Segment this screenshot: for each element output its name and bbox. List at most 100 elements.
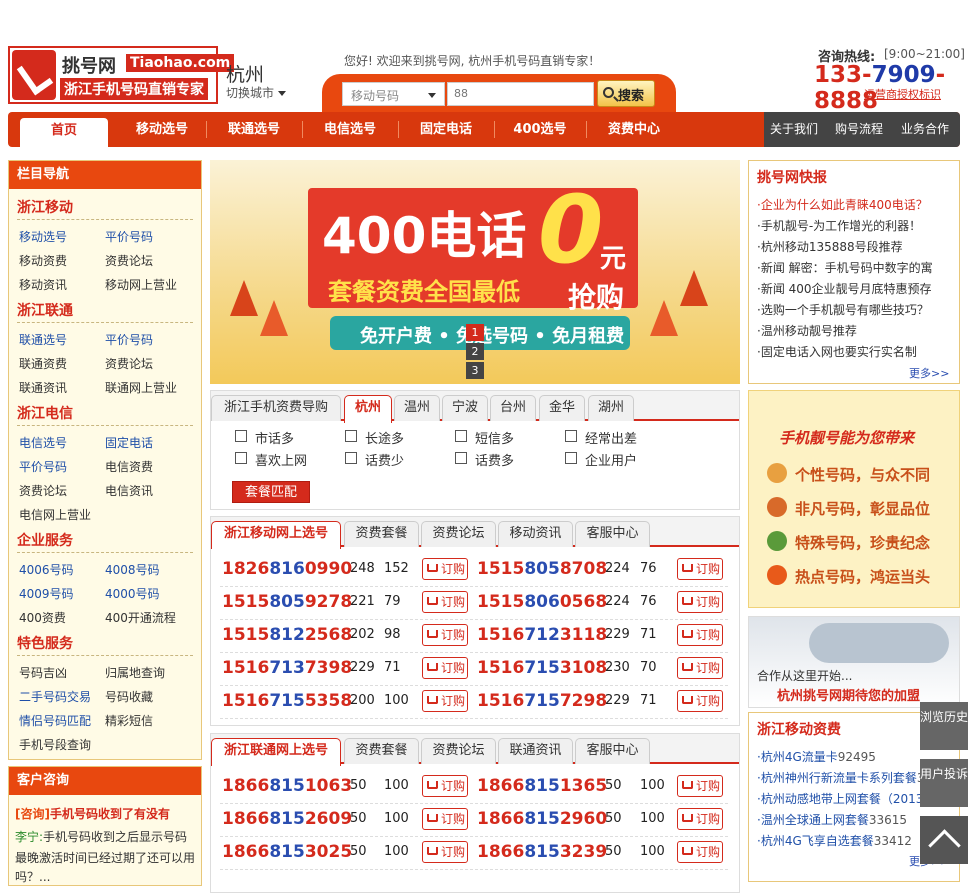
nav-mobile[interactable]: 移动选号 [118, 112, 206, 147]
site-logo[interactable]: 挑号网 Tiaohao.com 浙江手机号码直销专家 [8, 46, 235, 104]
tab-huzhou[interactable]: 湖州 [588, 395, 634, 421]
sidebar-link[interactable]: 联通资讯 [19, 379, 67, 396]
phone-number[interactable]: 15167137398 [222, 658, 352, 678]
phone-number[interactable]: 15167153108 [477, 658, 607, 678]
option-checkbox[interactable] [345, 452, 357, 464]
news-item[interactable]: ·选购一个手机靓号有哪些技巧？ [757, 301, 953, 318]
phone-number[interactable]: 15167157298 [477, 691, 607, 711]
phone-number[interactable]: 15167123118 [477, 625, 607, 645]
phone-number[interactable]: 15158058708 [477, 559, 607, 579]
order-button[interactable]: 订购 [677, 558, 723, 580]
tab-mobile-select[interactable]: 浙江移动网上选号 [211, 521, 341, 549]
sidebar-link[interactable]: 平价号码 [105, 228, 153, 245]
sidebar-link[interactable]: 归属地查询 [105, 664, 165, 681]
sidebar-link[interactable]: 资费论坛 [105, 252, 153, 269]
nav-telecom[interactable]: 电信选号 [306, 112, 394, 147]
consult-question[interactable]: [咨询]手机号码收到了有没有 [15, 805, 170, 822]
phone-number[interactable]: 15158060568 [477, 592, 607, 612]
option-checkbox[interactable] [455, 452, 467, 464]
sidebar-link[interactable]: 4006号码 [19, 561, 74, 578]
section-zj-telecom[interactable]: 浙江电信 [17, 403, 73, 423]
order-button[interactable]: 订购 [677, 591, 723, 613]
match-button[interactable]: 套餐匹配 [232, 481, 310, 503]
order-button[interactable]: 订购 [677, 841, 723, 863]
option-checkbox[interactable] [455, 430, 467, 442]
order-button[interactable]: 订购 [422, 808, 468, 830]
news-item[interactable]: ·固定电话入网也要实行实名制 [757, 343, 953, 360]
phone-number[interactable]: 18668153239 [477, 842, 607, 862]
section-zj-mobile[interactable]: 浙江移动 [17, 197, 73, 217]
sidebar-link[interactable]: 400开通流程 [105, 609, 176, 626]
tab-unicom-select[interactable]: 浙江联通网上选号 [211, 738, 341, 766]
order-button[interactable]: 订购 [422, 690, 468, 712]
tab-taizhou[interactable]: 台州 [490, 395, 536, 421]
search-type-select[interactable]: 移动号码 [342, 82, 445, 106]
nav-400[interactable]: 400选号 [498, 112, 582, 147]
tab-unicom-plans[interactable]: 资费套餐 [344, 738, 419, 764]
tab-mobile-news[interactable]: 移动资讯 [498, 521, 573, 547]
tab-ningbo[interactable]: 宁波 [442, 395, 488, 421]
sidebar-link[interactable]: 4009号码 [19, 585, 74, 602]
tab-mobile-forum[interactable]: 资费论坛 [421, 521, 496, 547]
tab-jinhua[interactable]: 金华 [539, 395, 585, 421]
order-button[interactable]: 订购 [422, 657, 468, 679]
sidebar-link[interactable]: 联通资费 [19, 355, 67, 372]
carrier-auth-link[interactable]: 运营商授权标识 [864, 86, 941, 102]
order-button[interactable]: 订购 [677, 624, 723, 646]
tab-guide[interactable]: 浙江手机资费导购 [211, 395, 341, 421]
slide-dot-3[interactable]: 3 [466, 362, 484, 379]
order-button[interactable]: 订购 [677, 808, 723, 830]
news-item[interactable]: ·新闻 解密：手机号码中数字的寓 [757, 259, 953, 276]
sidebar-link[interactable]: 电信选号 [19, 434, 67, 451]
sidebar-link[interactable]: 电信资讯 [105, 482, 153, 499]
phone-number[interactable]: 18268160990 [222, 559, 352, 579]
promo-box[interactable]: 手机靓号能为您带来 个性号码，与众不同 非凡号码，彰显品位 特殊号码，珍贵纪念 … [748, 390, 960, 608]
order-button[interactable]: 订购 [422, 775, 468, 797]
phone-number[interactable]: 15158122568 [222, 625, 352, 645]
section-enterprise[interactable]: 企业服务 [17, 530, 73, 550]
section-special[interactable]: 特色服务 [17, 633, 73, 653]
phone-number[interactable]: 18668153025 [222, 842, 352, 862]
nav-process[interactable]: 购号流程 [835, 112, 883, 147]
news-item[interactable]: ·新闻 400企业靓号月底特惠预存 [757, 280, 953, 297]
nav-fixed-phone[interactable]: 固定电话 [402, 112, 490, 147]
history-float-button[interactable]: 浏览历史 [920, 702, 968, 750]
sidebar-link[interactable]: 资费论坛 [19, 482, 67, 499]
news-more-link[interactable]: 更多>> [909, 365, 949, 381]
nav-tariff[interactable]: 资费中心 [590, 112, 678, 147]
slide-dot-1[interactable]: 1 [466, 324, 484, 341]
tab-unicom-forum[interactable]: 资费论坛 [421, 738, 496, 764]
news-item[interactable]: ·手机靓号-为工作增光的利器！ [757, 217, 953, 234]
order-button[interactable]: 订购 [677, 690, 723, 712]
slide-dot-2[interactable]: 2 [466, 343, 484, 360]
option-checkbox[interactable] [565, 452, 577, 464]
tab-wenzhou[interactable]: 温州 [394, 395, 440, 421]
search-button[interactable]: 搜索 [597, 80, 655, 107]
feedback-float-button[interactable]: 用户投诉 [920, 759, 968, 807]
nav-home[interactable]: 首页 [20, 118, 108, 147]
search-input[interactable]: 88 [447, 82, 594, 106]
tab-unicom-service[interactable]: 客服中心 [575, 738, 650, 764]
sidebar-link[interactable]: 联通网上营业 [105, 379, 177, 396]
sidebar-link[interactable]: 二手号码交易 [19, 688, 91, 705]
option-checkbox[interactable] [565, 430, 577, 442]
tab-mobile-plans[interactable]: 资费套餐 [344, 521, 419, 547]
switch-city-link[interactable]: 切换城市 [226, 84, 286, 101]
sidebar-link[interactable]: 精彩短信 [105, 712, 153, 729]
sidebar-link[interactable]: 电信网上营业 [19, 506, 91, 523]
option-checkbox[interactable] [235, 430, 247, 442]
phone-number[interactable]: 18668152609 [222, 809, 352, 829]
news-item[interactable]: ·企业为什么如此青睐400电话？ [757, 196, 953, 213]
sidebar-link[interactable]: 情侣号码匹配 [19, 712, 91, 729]
sidebar-link[interactable]: 手机号段查询 [19, 736, 91, 753]
sidebar-link[interactable]: 移动资费 [19, 252, 67, 269]
sidebar-link[interactable]: 移动网上营业 [105, 276, 177, 293]
option-checkbox[interactable] [235, 452, 247, 464]
sidebar-link[interactable]: 400资费 [19, 609, 66, 626]
order-button[interactable]: 订购 [422, 841, 468, 863]
phone-number[interactable]: 18668151063 [222, 776, 352, 796]
sidebar-link[interactable]: 移动资讯 [19, 276, 67, 293]
option-checkbox[interactable] [345, 430, 357, 442]
sidebar-link[interactable]: 联通选号 [19, 331, 67, 348]
sidebar-link[interactable]: 平价号码 [19, 458, 67, 475]
